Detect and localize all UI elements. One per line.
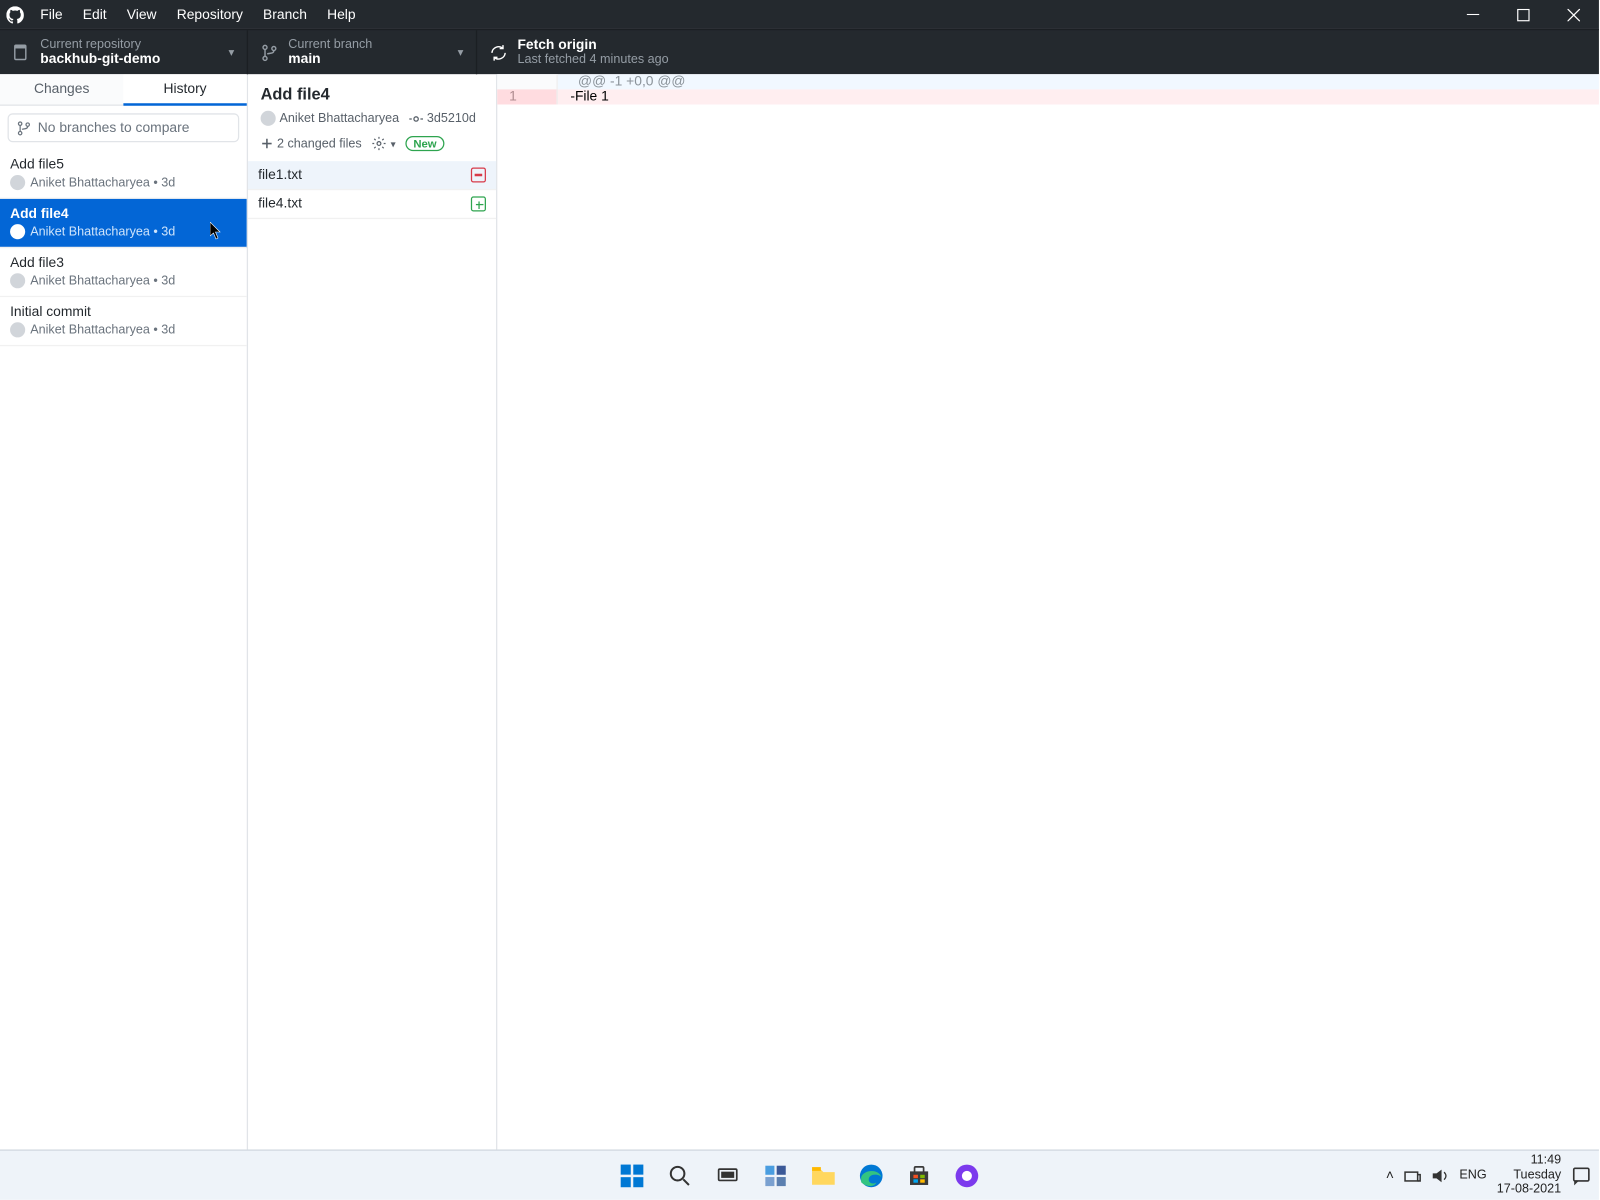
commit-item[interactable]: Add file3 Aniket Bhattacharyea • 3d	[0, 248, 247, 297]
diff-view: @@ -1 +0,0 @@1-File 1	[497, 74, 1599, 1149]
tab-changes[interactable]: Changes	[0, 74, 123, 105]
history-sidebar: Changes History No branches to compare A…	[0, 74, 248, 1149]
menu-file[interactable]: File	[30, 0, 72, 29]
commit-list: Add file5 Aniket Bhattacharyea • 3dAdd f…	[0, 150, 247, 1150]
chevron-down-icon: ▾	[228, 45, 234, 59]
menu-branch[interactable]: Branch	[253, 0, 317, 29]
sync-icon	[490, 43, 508, 61]
compare-placeholder: No branches to compare	[38, 120, 190, 135]
file-name: file1.txt	[258, 167, 302, 182]
file-added-icon	[471, 196, 486, 211]
window-maximize-icon[interactable]	[1498, 0, 1548, 29]
menu-view[interactable]: View	[117, 0, 167, 29]
chevron-down-icon: ▾	[458, 45, 464, 59]
avatar-icon	[10, 273, 25, 288]
branch-icon	[261, 43, 279, 61]
commit-item[interactable]: Add file4 Aniket Bhattacharyea • 3d	[0, 199, 247, 248]
branch-label: Current branch	[288, 38, 372, 52]
fetch-origin-button[interactable]: Fetch origin Last fetched 4 minutes ago	[477, 30, 1599, 74]
repo-icon	[13, 43, 31, 61]
commit-title: Add file4	[261, 84, 484, 103]
repo-label: Current repository	[40, 38, 160, 52]
menu-edit[interactable]: Edit	[73, 0, 117, 29]
windows-taskbar: ˄ ENG 11:49 Tuesday 17-08-2021	[0, 1149, 1599, 1199]
commit-sha[interactable]: 3d5210d	[409, 111, 476, 125]
fetch-sub: Last fetched 4 minutes ago	[517, 53, 668, 67]
notifications-icon[interactable]	[1571, 1165, 1591, 1185]
commit-item-title: Initial commit	[10, 305, 237, 320]
commit-item-title: Add file3	[10, 256, 237, 271]
clock[interactable]: 11:49 Tuesday 17-08-2021	[1497, 1154, 1561, 1197]
avatar-icon	[10, 322, 25, 337]
commit-item[interactable]: Add file5 Aniket Bhattacharyea • 3d	[0, 150, 247, 199]
widgets-icon[interactable]	[762, 1161, 790, 1189]
current-branch-selector[interactable]: Current branch main ▾	[248, 30, 477, 74]
commit-title-header: Add file4	[248, 74, 496, 111]
search-icon[interactable]	[666, 1161, 694, 1189]
commit-detail-column: Add file4 Aniket Bhattacharyea 3d5210d 2…	[248, 74, 497, 1149]
commit-item-meta: Aniket Bhattacharyea • 3d	[10, 175, 237, 190]
compare-branches-input[interactable]: No branches to compare	[8, 113, 240, 142]
language-indicator[interactable]: ENG	[1459, 1168, 1486, 1182]
commit-item-title: Add file5	[10, 157, 237, 172]
commit-item-meta: Aniket Bhattacharyea • 3d	[10, 224, 237, 239]
app-logo-icon	[0, 6, 30, 24]
changed-file-item[interactable]: file1.txt	[248, 161, 496, 190]
file-explorer-icon[interactable]	[810, 1161, 838, 1189]
commit-item-title: Add file4	[10, 206, 237, 221]
diff-hunk-header: @@ -1 +0,0 @@	[497, 74, 1599, 89]
repo-name: backhub-git-demo	[40, 52, 160, 67]
new-badge: New	[406, 136, 444, 151]
changed-files-list: file1.txt file4.txt	[248, 161, 496, 1149]
edge-icon[interactable]	[857, 1161, 885, 1189]
menu-bar: File Edit View Repository Branch Help	[0, 0, 1599, 29]
commit-item[interactable]: Initial commit Aniket Bhattacharyea • 3d	[0, 297, 247, 346]
commit-item-meta: Aniket Bhattacharyea • 3d	[10, 322, 237, 337]
menu-repository[interactable]: Repository	[167, 0, 253, 29]
tray-chevron-icon[interactable]: ˄	[1386, 1168, 1394, 1183]
avatar-icon	[10, 224, 25, 239]
task-view-icon[interactable]	[714, 1161, 742, 1189]
file-deleted-icon	[471, 167, 486, 182]
diff-settings-button[interactable]: ▾	[372, 136, 396, 151]
changed-file-item[interactable]: file4.txt	[248, 190, 496, 219]
current-repository-selector[interactable]: Current repository backhub-git-demo ▾	[0, 30, 248, 74]
volume-icon[interactable]	[1432, 1168, 1450, 1183]
menu-help[interactable]: Help	[317, 0, 366, 29]
github-desktop-taskbar-icon[interactable]	[953, 1161, 981, 1189]
commit-author: Aniket Bhattacharyea	[261, 111, 400, 126]
tab-history[interactable]: History	[123, 74, 246, 105]
avatar-icon	[10, 175, 25, 190]
file-name: file4.txt	[258, 196, 302, 211]
network-icon[interactable]	[1404, 1168, 1422, 1183]
commit-info-bar: Aniket Bhattacharyea 3d5210d 2 changed f…	[248, 111, 496, 161]
avatar-icon	[261, 111, 276, 126]
store-icon[interactable]	[905, 1161, 933, 1189]
changed-files-count: 2 changed files	[261, 137, 362, 151]
fetch-label: Fetch origin	[517, 38, 668, 53]
commit-item-meta: Aniket Bhattacharyea • 3d	[10, 273, 237, 288]
diff-line: 1-File 1	[497, 89, 1599, 104]
start-icon[interactable]	[618, 1161, 646, 1189]
toolbar: Current repository backhub-git-demo ▾ Cu…	[0, 29, 1599, 74]
window-close-icon[interactable]	[1549, 0, 1599, 29]
main-area: Changes History No branches to compare A…	[0, 74, 1599, 1149]
system-tray: ˄ ENG 11:49 Tuesday 17-08-2021	[1386, 1154, 1592, 1197]
window-minimize-icon[interactable]	[1448, 0, 1498, 29]
branch-name: main	[288, 52, 372, 67]
